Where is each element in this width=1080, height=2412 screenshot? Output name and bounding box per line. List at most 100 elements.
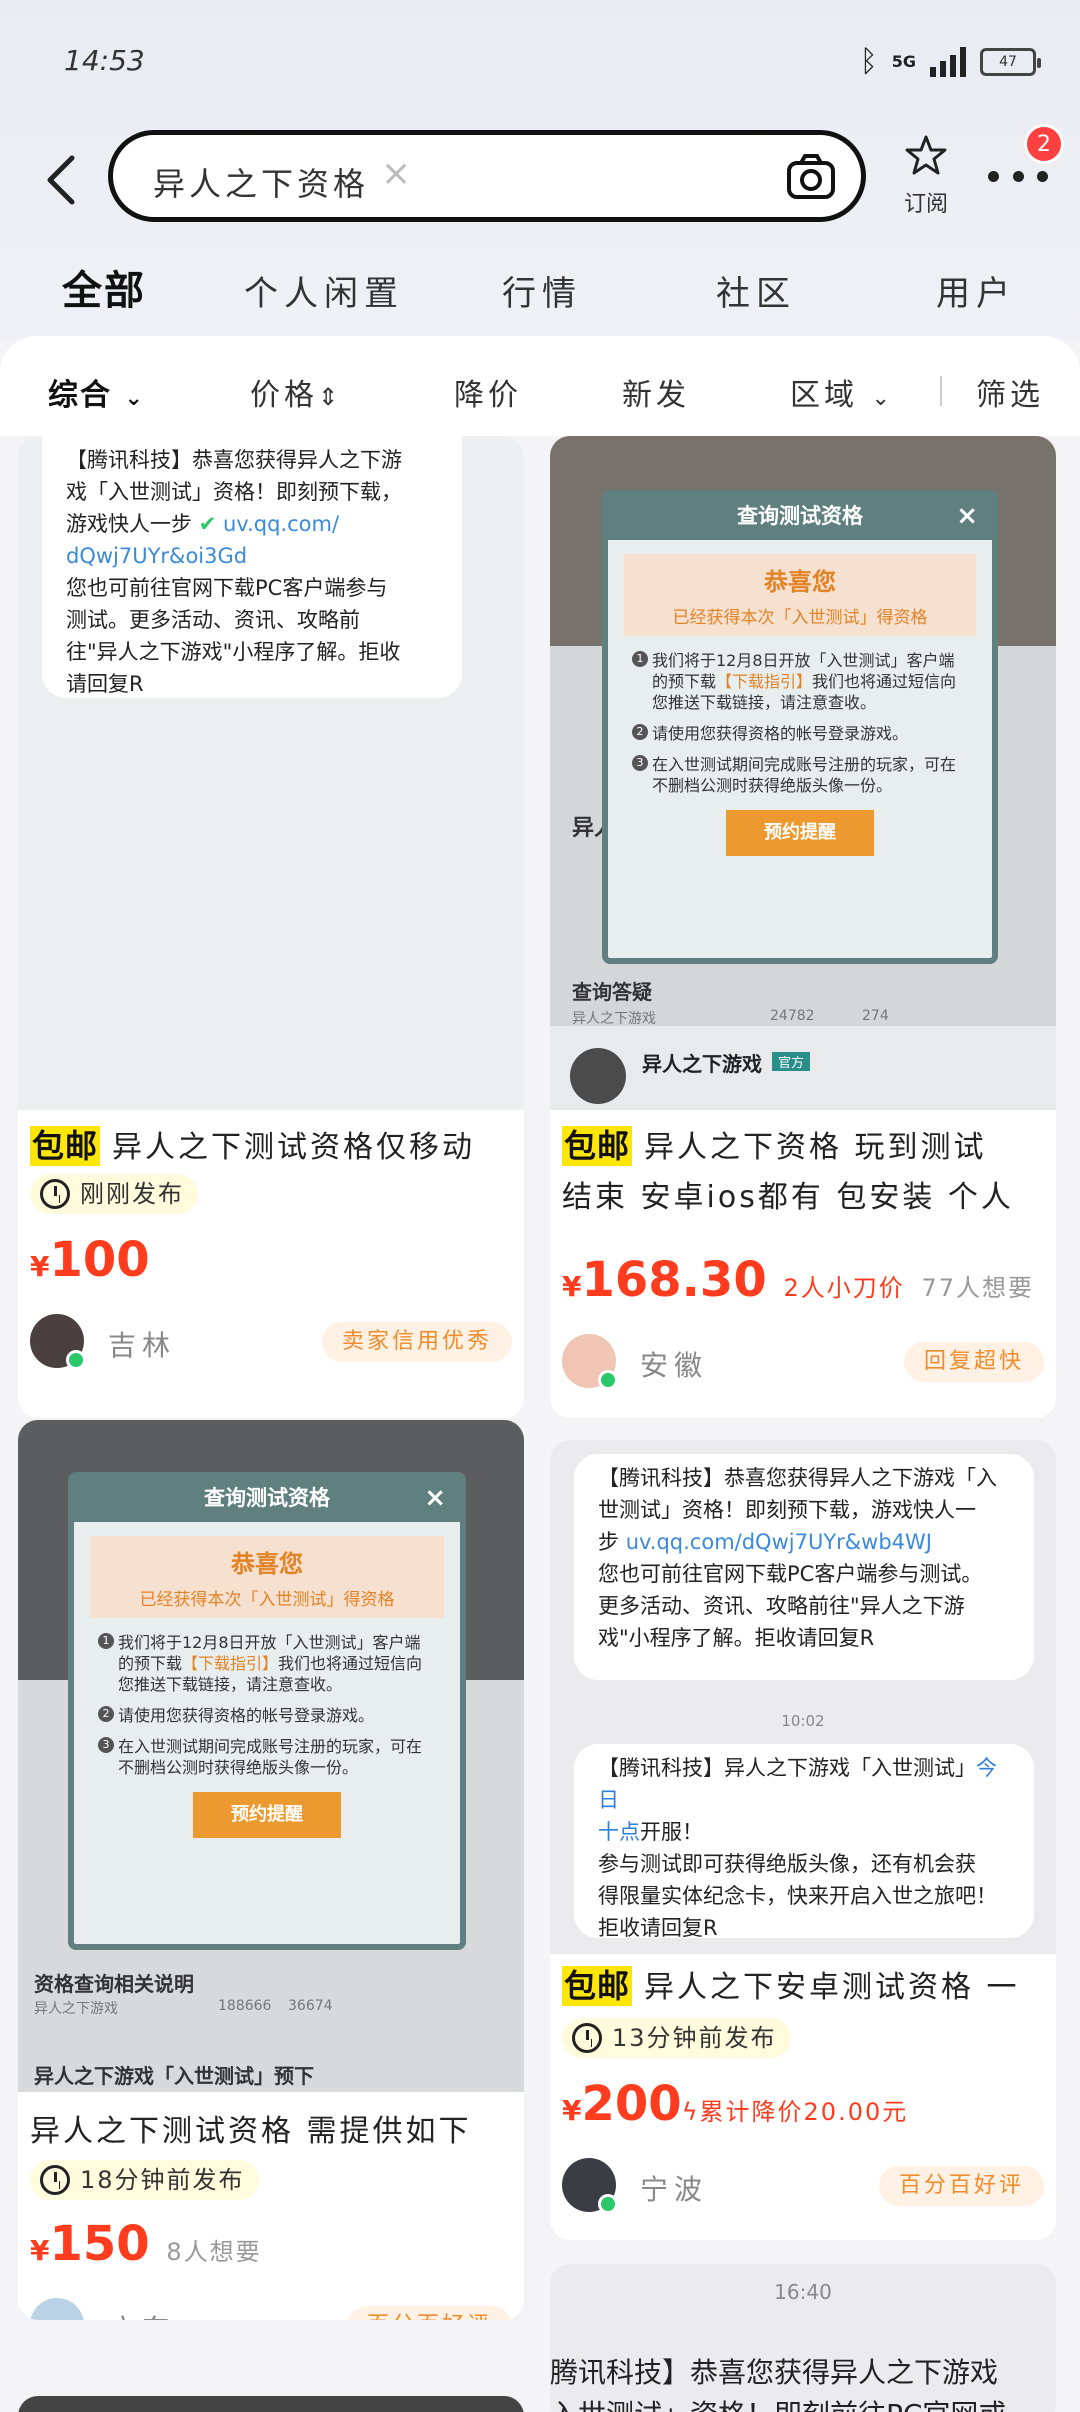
sms-line: 【腾讯科技】恭喜您获得异人之下游戏「入 xyxy=(598,1466,997,1490)
filter-comprehensive[interactable]: 综合 ⌄ xyxy=(48,370,145,414)
battery-level: 47 xyxy=(999,53,1017,70)
bolt-icon: ϟ xyxy=(681,2098,700,2126)
seller-info[interactable]: 安徽 回复超快 xyxy=(562,1334,1044,1390)
dialog-list: 我们将于12月8日开放「入世测试」客户端的预下载【下载指引】我们也将通过短信向您… xyxy=(608,650,992,796)
sms-line: 【腾讯科技】恭喜您获得异人之下游 xyxy=(66,448,402,472)
dialog-list: 我们将于12月8日开放「入世测试」客户端的预下载【下载指引】我们也将通过短信向您… xyxy=(74,1632,460,1778)
price-value: 200 xyxy=(581,2076,682,2132)
bg-text: 36674 xyxy=(288,1998,333,2014)
clear-search-button[interactable]: × xyxy=(381,153,411,194)
camera-icon[interactable] xyxy=(785,151,837,203)
dialog-subtitle: 已经获得本次「入世测试」得资格 xyxy=(672,608,928,628)
signal-icon xyxy=(930,46,966,77)
tab-users[interactable]: 用户 xyxy=(936,266,1016,315)
product-title: 包邮 异人之下安卓测试资格 一 xyxy=(562,1966,1044,2010)
product-price: ¥200ϟ累计降价20.00元 xyxy=(562,2076,909,2132)
category-tabs: 全部 个人闲置 行情 社区 用户 xyxy=(0,258,1080,318)
filter-comprehensive-label: 综合 xyxy=(48,378,112,413)
product-card[interactable] xyxy=(18,2396,524,2412)
price-value: 168.30 xyxy=(581,1252,767,1308)
reminder-button: 预约提醒 xyxy=(726,810,874,856)
chevron-down-icon: ⌄ xyxy=(871,386,894,411)
dialog-title-text: 查询测试资格 xyxy=(737,504,863,528)
official-badge: 官方 xyxy=(772,1052,811,1071)
product-title-text: 结束 安卓ios都有 包安装 个人 xyxy=(562,1180,1014,1215)
sms-line: 开服！ xyxy=(640,1820,703,1844)
status-time: 14:53 xyxy=(64,44,145,77)
sms-line: 参与测试即可获得绝版头像，还有机会获 xyxy=(598,1852,976,1876)
publish-time-text: 刚刚发布 xyxy=(80,1180,184,1208)
seller-info[interactable]: 宁波 百分百好评 xyxy=(562,2158,1044,2214)
filter-new[interactable]: 新发 xyxy=(622,370,690,414)
product-image: 【腾讯科技】恭喜您获得异人之下游戏「入 世测试」资格！即刻预下载，游戏快人一 步… xyxy=(550,1440,1056,1954)
product-card[interactable]: 【腾讯科技】恭喜您获得异人之下游 戏「入世测试」资格！即刻预下载， 游戏快人一步… xyxy=(18,436,524,1418)
sms-link: uv.qq.com/ xyxy=(222,512,340,536)
product-title: 包邮 异人之下测试资格仅移动 xyxy=(30,1126,512,1170)
product-title: 包邮 异人之下资格 玩到测试 xyxy=(562,1126,1044,1170)
divider xyxy=(940,376,942,406)
sms-line: 您也可前往官网下载PC客户端参与 xyxy=(66,576,388,600)
dialog-item: 请使用您获得资格的帐号登录游戏。 xyxy=(98,1705,436,1726)
clock-icon xyxy=(572,2023,602,2053)
online-indicator xyxy=(66,1350,86,1370)
filter-region-label: 区域 xyxy=(790,378,858,413)
bg-text: 资格查询相关说明 xyxy=(34,1972,194,1996)
sms-screenshot: 腾讯科技】恭喜您获得异人之下游戏 入世测试」资格！即刻前往PC官网或 xyxy=(550,2352,1006,2412)
back-button[interactable] xyxy=(40,150,84,210)
dialog-item: 请使用您获得资格的帐号登录游戏。 xyxy=(632,723,968,744)
publish-time: 13分钟前发布 xyxy=(562,2018,791,2058)
avatar xyxy=(570,1048,626,1104)
sms-line: 请回复R xyxy=(66,672,144,696)
sms-screenshot: 【腾讯科技】恭喜您获得异人之下游戏「入 世测试」资格！即刻预下载，游戏快人一 步… xyxy=(574,1454,1034,1680)
publish-time-text: 13分钟前发布 xyxy=(612,2024,777,2052)
filter-price-label: 价格 xyxy=(250,378,318,413)
sms-line: 游戏快人一步 xyxy=(66,512,192,536)
sms-line: 腾讯科技】恭喜您获得异人之下游戏 xyxy=(550,2356,999,2389)
dialog-item: 我们将于12月8日开放「入世测试」客户端的预下载【下载指引】我们也将通过短信向您… xyxy=(98,1632,436,1695)
tab-personal-idle[interactable]: 个人闲置 xyxy=(244,266,404,315)
bg-text: 查询答疑 xyxy=(572,980,652,1004)
dialog-banner: 恭喜您 已经获得本次「入世测试」得资格 xyxy=(624,554,976,636)
sms-link: uv.qq.com/dQwj7UYr&wb4WJ xyxy=(625,1530,932,1554)
dialog-congrats: 恭喜您 xyxy=(764,568,836,596)
product-card[interactable]: 异人之下游戏 官方 异人 查询答疑 异人之下游戏 24782 274 查询测试资… xyxy=(550,436,1056,1418)
message-time: 16:40 xyxy=(774,2280,832,2304)
product-card[interactable]: 【腾讯科技】恭喜您获得异人之下游戏「入 世测试」资格！即刻预下载，游戏快人一 步… xyxy=(550,1440,1056,2240)
filter-screen[interactable]: 筛选 xyxy=(976,370,1044,414)
seller-location: 安徽 xyxy=(640,1349,709,1382)
sms-line: 更多活动、资讯、攻略前往"异人之下游 xyxy=(598,1594,965,1618)
product-price: ¥150 8人想要 xyxy=(30,2216,262,2272)
seller-info[interactable]: 吉林 卖家信用优秀 xyxy=(30,1314,512,1370)
seller-location: 宁波 xyxy=(640,2173,709,2206)
sms-line: 世测试」资格！即刻预下载，游戏快人一 xyxy=(598,1498,976,1522)
reminder-button: 预约提醒 xyxy=(193,1792,341,1838)
subscribe-button[interactable]: 订阅 xyxy=(896,134,956,218)
pin-star-icon xyxy=(905,135,947,175)
search-input[interactable]: 异人之下资格 × xyxy=(108,130,866,222)
seller-rating-badge: 百分百好评 xyxy=(346,2306,512,2320)
verified-icon: ✔ xyxy=(198,512,217,536)
seller-info[interactable]: 广东 百分百好评 xyxy=(30,2298,512,2320)
qualification-dialog: 查询测试资格 × 恭喜您 已经获得本次「入世测试」得资格 我们将于12月8日开放「… xyxy=(68,1472,466,1950)
seller-location: 广东 xyxy=(108,2308,176,2320)
clock-icon xyxy=(40,1179,70,1209)
tab-all[interactable]: 全部 xyxy=(60,258,148,316)
tab-market[interactable]: 行情 xyxy=(502,266,582,315)
sms-highlight: 十点 xyxy=(598,1820,640,1844)
product-card[interactable]: 16:40 腾讯科技】恭喜您获得异人之下游戏 入世测试」资格！即刻前往PC官网或 xyxy=(550,2264,1056,2412)
tab-community[interactable]: 社区 xyxy=(716,266,796,315)
want-count: 8人想要 xyxy=(166,2238,262,2266)
subscribe-label: 订阅 xyxy=(903,192,948,217)
filter-region[interactable]: 区域 ⌄ xyxy=(790,370,894,414)
online-indicator xyxy=(598,2194,618,2214)
clock-icon xyxy=(40,2165,70,2195)
product-price: ¥168.30 2人小刀价 77人想要 xyxy=(562,1252,1034,1308)
dialog-subtitle: 已经获得本次「入世测试」得资格 xyxy=(139,1590,395,1610)
dialog-title-text: 查询测试资格 xyxy=(204,1486,330,1510)
product-card[interactable]: 资格查询相关说明 异人之下游戏 188666 36674 异人之下游戏「入世测试… xyxy=(18,1420,524,2320)
network-type: 5G xyxy=(891,51,916,71)
filter-price[interactable]: 价格⇕ xyxy=(250,370,342,414)
more-icon[interactable] xyxy=(988,166,1048,186)
filter-price-drop[interactable]: 降价 xyxy=(454,370,522,414)
dialog-item-link: 【下载指引】 xyxy=(182,1654,279,1673)
